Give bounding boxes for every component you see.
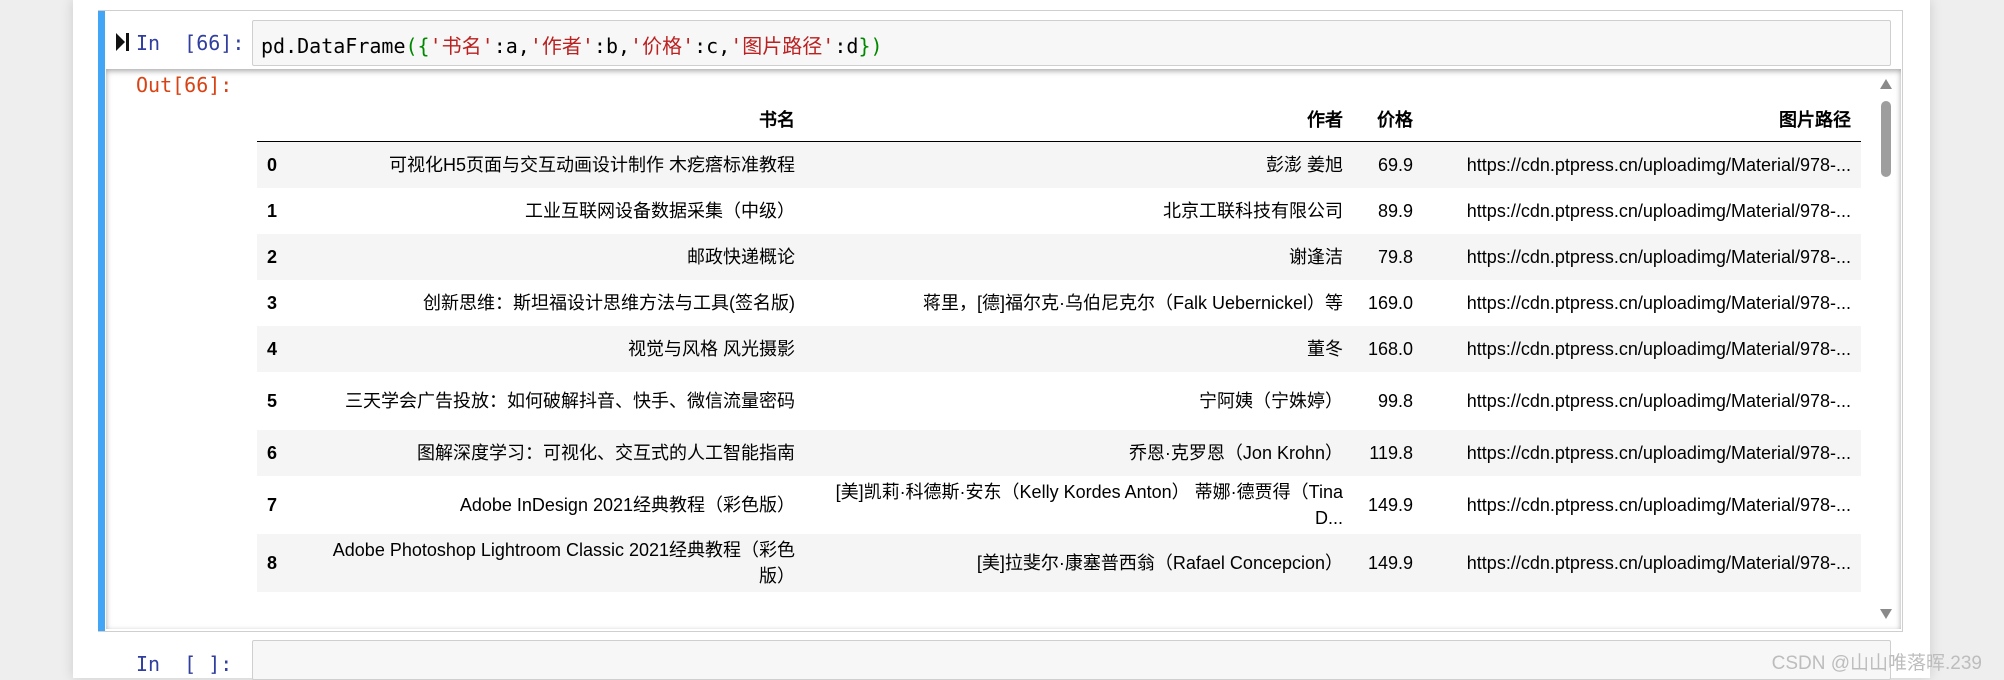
cell-price: 149.9 bbox=[1367, 494, 1413, 515]
table-row: 8 Adobe Photoshop Lightroom Classic 2021… bbox=[257, 533, 1861, 592]
cell-price: 119.8 bbox=[1369, 442, 1413, 463]
cell-price: 168.0 bbox=[1367, 338, 1413, 359]
cell-author: 蒋里，[德]福尔克·乌伯尼克尔（Falk Uebernickel）等 bbox=[922, 292, 1343, 313]
row-index: 1 bbox=[267, 200, 278, 221]
cell-author: [美]凯莉·科德斯·安东（Kelly Kordes Anton） 蒂娜·德贾得（… bbox=[835, 481, 1343, 528]
code-line: pd.DataFrame({'书名':a,'作者':b,'价格':c,'图片路径… bbox=[261, 30, 883, 59]
column-header: 价格 bbox=[1353, 99, 1423, 142]
scroll-down-icon[interactable] bbox=[1880, 609, 1892, 619]
cell-image-path: https://cdn.ptpress.cn/uploadimg/Materia… bbox=[1466, 390, 1851, 411]
table-row: 7 Adobe InDesign 2021经典教程（彩色版） [美]凯莉·科德斯… bbox=[257, 476, 1861, 534]
table-row: 6 图解深度学习：可视化、交互式的人工智能指南 乔恩·克罗恩（Jon Krohn… bbox=[257, 429, 1861, 476]
dataframe-table: 书名 作者 价格 图片路径 0 可视化H5页面与交互动画设计制作 木疙瘩标准教程… bbox=[257, 99, 1861, 592]
cell-price: 99.8 bbox=[1377, 390, 1413, 411]
cell-title: 邮政快递概论 bbox=[687, 246, 795, 267]
code-key-image-path: '图片路径' bbox=[730, 34, 835, 58]
code-value-a: :a, bbox=[493, 34, 530, 58]
code-function: pd.DataFrame bbox=[261, 34, 406, 58]
cell-price: 89.9 bbox=[1377, 200, 1413, 221]
table-row: 5 三天学会广告投放：如何破解抖音、快手、微信流量密码 宁阿姨（宁姝婷） 99.… bbox=[257, 372, 1861, 430]
selected-cell-bar bbox=[98, 11, 105, 631]
cell-image-path: https://cdn.ptpress.cn/uploadimg/Materia… bbox=[1466, 552, 1851, 573]
notebook-page: In [66]: pd.DataFrame({'书名':a,'作者':b,'价格… bbox=[73, 0, 1930, 680]
cell-title: Adobe InDesign 2021经典教程（彩色版） bbox=[459, 494, 795, 515]
cell-price: 169.0 bbox=[1367, 292, 1413, 313]
empty-code-cell[interactable]: In [ ]: bbox=[98, 636, 1902, 680]
cell-author: 乔恩·克罗恩（Jon Krohn） bbox=[1128, 442, 1343, 463]
table-row: 0 可视化H5页面与交互动画设计制作 木疙瘩标准教程 彭澎 姜旭 69.9 ht… bbox=[257, 141, 1861, 188]
code-value-c: :c, bbox=[694, 34, 731, 58]
cell-author: 北京工联科技有限公司 bbox=[1163, 200, 1343, 221]
cell-title: Adobe Photoshop Lightroom Classic 2021经典… bbox=[332, 539, 795, 586]
output-prompt: Out[66]: bbox=[136, 73, 233, 97]
cell-image-path: https://cdn.ptpress.cn/uploadimg/Materia… bbox=[1466, 338, 1851, 359]
input-prompt: In [66]: bbox=[136, 31, 245, 55]
table-row: 2 邮政快递概论 谢逢洁 79.8 https://cdn.ptpress.cn… bbox=[257, 233, 1861, 280]
table-row: 1 工业互联网设备数据采集（中级） 北京工联科技有限公司 89.9 https:… bbox=[257, 188, 1861, 234]
cell-price: 149.9 bbox=[1367, 552, 1413, 573]
cell-title: 工业互联网设备数据采集（中级） bbox=[525, 200, 795, 221]
column-header: 图片路径 bbox=[1423, 99, 1861, 142]
output-scrollbar[interactable] bbox=[1879, 75, 1893, 623]
table-row: 3 创新思维：斯坦福设计思维方法与工具(签名版) 蒋里，[德]福尔克·乌伯尼克尔… bbox=[257, 280, 1861, 326]
cell-title: 可视化H5页面与交互动画设计制作 木疙瘩标准教程 bbox=[388, 154, 795, 175]
cell-title: 视觉与风格 风光摄影 bbox=[627, 338, 795, 359]
run-cell-icon[interactable] bbox=[115, 31, 131, 53]
cell-author: [美]拉斐尔·康塞普西翁（Rafael Concepcion） bbox=[976, 552, 1343, 573]
row-index: 5 bbox=[267, 390, 278, 411]
cell-image-path: https://cdn.ptpress.cn/uploadimg/Materia… bbox=[1466, 494, 1851, 515]
cell-author: 谢逢洁 bbox=[1289, 246, 1343, 267]
cell-title: 三天学会广告投放：如何破解抖音、快手、微信流量密码 bbox=[345, 390, 795, 411]
code-input-area[interactable]: pd.DataFrame({'书名':a,'作者':b,'价格':c,'图片路径… bbox=[252, 20, 1891, 66]
watermark: CSDN @山山唯落晖.239 bbox=[1771, 653, 1982, 674]
code-cell-selected[interactable]: In [66]: pd.DataFrame({'书名':a,'作者':b,'价格… bbox=[98, 10, 1903, 632]
table-row: 4 视觉与风格 风光摄影 董冬 168.0 https://cdn.ptpres… bbox=[257, 325, 1861, 372]
row-index: 4 bbox=[267, 338, 278, 359]
row-index: 8 bbox=[267, 552, 278, 573]
cell-title: 创新思维：斯坦福设计思维方法与工具(签名版) bbox=[423, 292, 795, 313]
cell-image-path: https://cdn.ptpress.cn/uploadimg/Materia… bbox=[1466, 292, 1851, 313]
cell-title: 图解深度学习：可视化、交互式的人工智能指南 bbox=[417, 442, 795, 463]
cell-image-path: https://cdn.ptpress.cn/uploadimg/Materia… bbox=[1466, 442, 1851, 463]
row-index: 0 bbox=[267, 154, 278, 175]
column-header: 书名 bbox=[305, 99, 805, 142]
code-key-price: '价格' bbox=[630, 34, 695, 58]
scroll-up-icon[interactable] bbox=[1880, 79, 1892, 89]
code-key-author: '作者' bbox=[529, 34, 594, 58]
code-value-d: :d bbox=[834, 34, 859, 58]
row-index: 6 bbox=[267, 442, 278, 463]
cell-author: 宁阿姨（宁姝婷） bbox=[1199, 390, 1343, 411]
output-area[interactable]: Out[66]: 书名 作者 价格 图片路径 0 可视化H5页面与交互动画设计制… bbox=[106, 69, 1901, 629]
dataframe-output: 书名 作者 价格 图片路径 0 可视化H5页面与交互动画设计制作 木疙瘩标准教程… bbox=[257, 69, 1861, 629]
code-open-paren: ({ bbox=[405, 34, 430, 58]
cell-price: 69.9 bbox=[1377, 154, 1413, 175]
code-key-title: '书名' bbox=[429, 34, 494, 58]
table-header-row: 书名 作者 价格 图片路径 bbox=[257, 99, 1861, 142]
code-value-b: :b, bbox=[593, 34, 631, 58]
cell-image-path: https://cdn.ptpress.cn/uploadimg/Materia… bbox=[1466, 246, 1851, 267]
code-input-area[interactable] bbox=[252, 640, 1891, 680]
input-prompt: In [ ]: bbox=[136, 652, 233, 676]
cell-price: 79.8 bbox=[1377, 246, 1413, 267]
scroll-thumb[interactable] bbox=[1881, 101, 1891, 177]
cell-author: 彭澎 姜旭 bbox=[1265, 154, 1343, 175]
cell-image-path: https://cdn.ptpress.cn/uploadimg/Materia… bbox=[1466, 200, 1851, 221]
code-close-paren: }) bbox=[858, 34, 883, 58]
row-index: 3 bbox=[267, 292, 278, 313]
row-index: 2 bbox=[267, 246, 278, 267]
cell-author: 董冬 bbox=[1307, 338, 1343, 359]
row-index: 7 bbox=[267, 494, 278, 515]
column-header: 作者 bbox=[805, 99, 1353, 142]
cell-image-path: https://cdn.ptpress.cn/uploadimg/Materia… bbox=[1466, 154, 1851, 175]
index-header bbox=[257, 99, 305, 142]
